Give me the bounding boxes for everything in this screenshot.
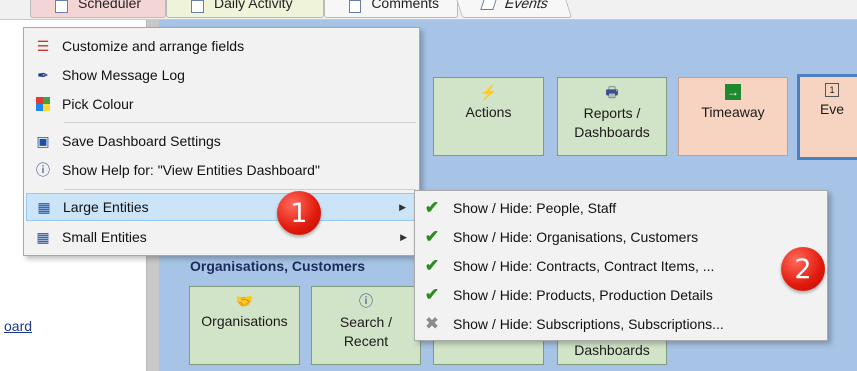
document-icon (480, 0, 498, 10)
context-menu: ☰ Customize and arrange fields ✒ Show Me… (23, 27, 420, 256)
submenu-item-contracts[interactable]: ✔ Show / Hide: Contracts, Contract Items… (417, 251, 825, 280)
submenu-arrow-icon: ▶ (399, 201, 406, 212)
menu-separator (64, 189, 416, 190)
tab-comments[interactable]: Comments (324, 0, 458, 18)
menu-item-show-help[interactable]: ⓘ Show Help for: "View Entities Dashboar… (26, 156, 417, 184)
button-label: Dashboards (574, 342, 650, 358)
calendar-icon: 1 (825, 83, 839, 97)
grid-icon (191, 0, 204, 13)
menu-item-label: Save Dashboard Settings (62, 133, 221, 149)
menu-item-save-settings[interactable]: ▣ Save Dashboard Settings (26, 127, 417, 155)
tab-label: Daily Activity (214, 0, 293, 11)
document-icon (55, 0, 68, 13)
menu-item-label: Show Message Log (62, 67, 185, 83)
tab-daily-activity[interactable]: Daily Activity (166, 0, 324, 18)
exit-icon: → (725, 84, 741, 100)
timeaway-button[interactable]: → Timeaway (678, 77, 788, 156)
pen-icon: ✒ (37, 66, 49, 83)
checkmark-icon: ✔ (424, 226, 440, 246)
large-entities-submenu: ✔ Show / Hide: People, Staff ✔ Show / Hi… (414, 190, 828, 341)
menu-separator (64, 122, 416, 123)
button-label: Search / Recent (339, 314, 393, 349)
events-button[interactable]: 1 Eve (797, 74, 857, 160)
button-label: Reports / Dashboards (574, 105, 650, 140)
submenu-item-label: Show / Hide: People, Staff (453, 199, 617, 216)
tab-label: Scheduler (78, 0, 142, 11)
search-recent-button[interactable]: ⓘ Search / Recent (311, 286, 421, 365)
menu-item-large-entities[interactable]: ▦ Large Entities ▶ (26, 193, 417, 221)
tab-label: Events (502, 0, 551, 11)
tab-scheduler[interactable]: Scheduler (30, 0, 166, 18)
checkmark-icon: ✔ (424, 284, 440, 304)
submenu-item-products[interactable]: ✔ Show / Hide: Products, Production Deta… (417, 280, 825, 309)
menu-item-label: Customize and arrange fields (62, 38, 245, 54)
cross-icon: ✖ (424, 313, 440, 333)
submenu-item-organisations[interactable]: ✔ Show / Hide: Organisations, Customers (417, 222, 825, 251)
annotation-badge-2: 2 (781, 247, 825, 291)
tab-label: Comments (371, 0, 439, 11)
submenu-item-label: Show / Hide: Organisations, Customers (453, 228, 699, 245)
info-icon: ⓘ (359, 293, 373, 309)
submenu-item-people-staff[interactable]: ✔ Show / Hide: People, Staff (417, 193, 825, 222)
menu-item-label: Show Help for: "View Entities Dashboard" (62, 162, 320, 178)
checkmark-icon: ✔ (424, 255, 440, 275)
button-label: Organisations (201, 313, 288, 329)
submenu-item-subscriptions[interactable]: ✖ Show / Hide: Subscriptions, Subscripti… (417, 309, 825, 338)
organisations-button[interactable]: 🤝 Organisations (189, 286, 300, 365)
tab-strip: Scheduler Daily Activity Comments Events (0, 0, 857, 20)
floppy-disk-icon: ▣ (36, 132, 50, 149)
menu-item-pick-colour[interactable]: Pick Colour (26, 90, 417, 118)
grid-icon: ▦ (37, 198, 51, 215)
button-label: Timeaway (701, 104, 765, 120)
reports-dashboards-button[interactable]: 🖶 Reports / Dashboards (557, 77, 667, 156)
menu-item-small-entities[interactable]: ▦ Small Entities ▶ (26, 223, 417, 251)
section-title: Organisations, Customers (190, 258, 366, 274)
handshake-icon: 🤝 (235, 293, 254, 309)
menu-item-label: Large Entities (63, 199, 149, 215)
menu-item-label: Small Entities (62, 229, 147, 245)
document-icon (349, 0, 362, 13)
annotation-badge-1: 1 (277, 191, 321, 235)
button-label: Actions (465, 104, 512, 120)
submenu-item-label: Show / Hide: Subscriptions, Subscription… (453, 315, 724, 332)
button-label: Eve (819, 101, 845, 117)
submenu-arrow-icon: ▶ (400, 231, 407, 242)
checkmark-icon: ✔ (424, 197, 440, 217)
dashboard-link[interactable]: oard (4, 318, 32, 334)
submenu-item-label: Show / Hide: Products, Production Detail… (453, 286, 713, 303)
menu-item-message-log[interactable]: ✒ Show Message Log (26, 61, 417, 89)
help-icon: ⓘ (36, 162, 50, 178)
submenu-item-label: Show / Hide: Contracts, Contract Items, … (453, 257, 715, 274)
actions-button[interactable]: ⚡ Actions (433, 77, 544, 156)
menu-item-customize-fields[interactable]: ☰ Customize and arrange fields (26, 32, 417, 60)
printer-icon: 🖶 (605, 84, 619, 100)
palette-icon (34, 96, 52, 112)
grid-icon: ▦ (36, 228, 50, 245)
lightning-icon: ⚡ (479, 84, 498, 100)
menu-item-label: Pick Colour (62, 96, 134, 112)
tab-events[interactable]: Events (453, 0, 573, 18)
sliders-icon: ☰ (36, 37, 50, 54)
